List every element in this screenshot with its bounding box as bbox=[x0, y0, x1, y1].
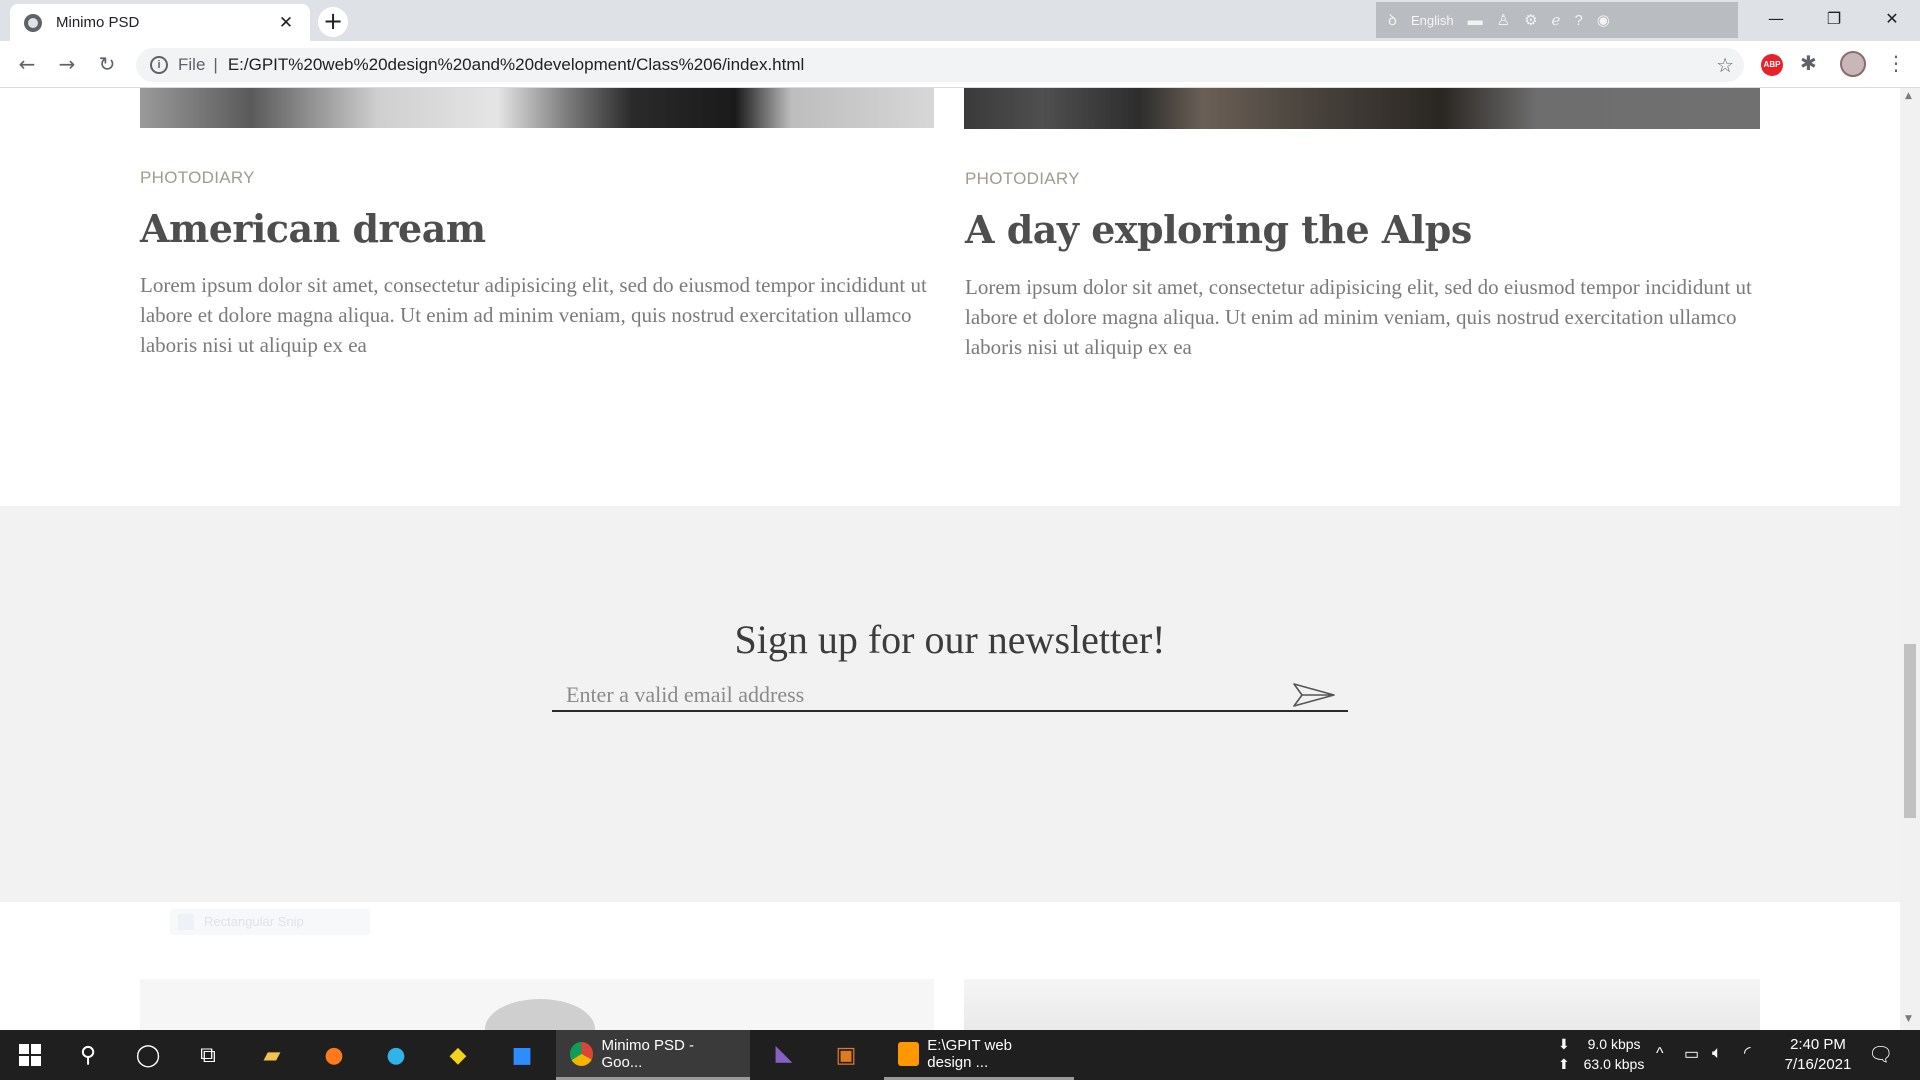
scroll-down-icon[interactable]: ▼ bbox=[1905, 1014, 1912, 1024]
taskbar-app-sublime[interactable]: E:\GPIT web design ... bbox=[884, 1030, 1074, 1080]
post-excerpt: Lorem ipsum dolor sit amet, consectetur … bbox=[965, 275, 1752, 359]
sublime-icon bbox=[898, 1041, 920, 1066]
zoom-icon[interactable]: ■ bbox=[494, 1030, 550, 1080]
settings-icon[interactable]: ⚙ bbox=[1524, 11, 1537, 29]
start-button[interactable] bbox=[2, 1030, 58, 1080]
taskbar-app-label: E:\GPIT web design ... bbox=[927, 1036, 1013, 1071]
page-viewport: PHOTODIARY American dream Lorem ipsum do… bbox=[0, 88, 1900, 1030]
taskbar-app-label: Minimo PSD - Goo... bbox=[601, 1036, 694, 1071]
browser-tab-strip: Minimo PSD ✕ + ꝺ English ▬ ♙ ⚙ ℯ ? ◉ — ❐… bbox=[0, 0, 1920, 41]
visual-studio-icon[interactable]: ◣ bbox=[756, 1030, 812, 1080]
dropdown-icon[interactable]: ◉ bbox=[1597, 11, 1610, 29]
forward-arrow-icon[interactable]: → bbox=[52, 49, 82, 79]
chrome-icon bbox=[570, 1041, 594, 1066]
back-arrow-icon[interactable]: ← bbox=[12, 49, 42, 79]
post-category[interactable]: PHOTODIARY bbox=[965, 169, 1080, 189]
app-dark-icon[interactable]: ▣ bbox=[818, 1030, 874, 1080]
network-speed-meter: ⬇ 9.0 kbps ⬆ 63.0 kbps bbox=[1558, 1030, 1650, 1080]
post-image-bottom-left[interactable] bbox=[140, 979, 934, 1030]
globe-icon bbox=[24, 13, 42, 32]
reload-icon[interactable]: ↻ bbox=[92, 49, 122, 79]
email-input[interactable] bbox=[566, 680, 1286, 710]
bookmark-star-icon[interactable]: ☆ bbox=[1716, 53, 1734, 78]
brush-icon[interactable]: ♙ bbox=[1497, 11, 1510, 29]
clock[interactable]: 2:40 PM 7/16/2021 bbox=[1770, 1030, 1866, 1080]
post-title[interactable]: A day exploring the Alps bbox=[965, 207, 1472, 252]
url-separator: | bbox=[213, 55, 218, 74]
post-image-bottom-right[interactable] bbox=[964, 979, 1760, 1030]
close-window-button[interactable]: ✕ bbox=[1864, 0, 1920, 38]
windows-taskbar: ⚲ ◯ ⧉ ▰ ● ● ◆ ■ Minimo PSD - Goo... ◣ ▣ … bbox=[0, 1030, 1920, 1080]
notifications-icon[interactable]: 🗨︎ bbox=[1868, 1042, 1893, 1080]
post-image-american-dream[interactable] bbox=[140, 88, 934, 128]
info-icon[interactable]: i bbox=[150, 56, 168, 74]
send-arrow-icon[interactable] bbox=[1292, 682, 1336, 708]
menu-kebab-icon[interactable]: ⋮ bbox=[1886, 51, 1906, 75]
net-down-row: ⬇ 9.0 kbps bbox=[1558, 1036, 1641, 1052]
url-text[interactable]: E:/GPIT%20web%20design%20and%20developme… bbox=[228, 55, 804, 75]
net-up-value: 63.0 kbps bbox=[1583, 1056, 1645, 1072]
clock-time: 2:40 PM bbox=[1790, 1036, 1846, 1053]
url-scheme-label: File bbox=[178, 55, 206, 74]
language-toolbar: ꝺ English ▬ ♙ ⚙ ℯ ? ◉ bbox=[1376, 2, 1738, 38]
keyboard-icon[interactable]: ▬ bbox=[1468, 12, 1483, 29]
search-icon[interactable]: ⚲ bbox=[60, 1030, 116, 1080]
browser-tab[interactable]: Minimo PSD ✕ bbox=[10, 4, 310, 41]
address-bar[interactable]: i File | E:/GPIT%20web%20design%20and%20… bbox=[136, 48, 1744, 82]
task-view-icon[interactable]: ⧉ bbox=[180, 1030, 236, 1080]
new-tab-button[interactable]: + bbox=[318, 7, 348, 37]
windows-logo-icon bbox=[19, 1044, 41, 1066]
post-title[interactable]: American dream bbox=[140, 206, 486, 251]
taskbar-app-chrome[interactable]: Minimo PSD - Goo... bbox=[556, 1030, 750, 1080]
tab-title: Minimo PSD bbox=[56, 14, 140, 31]
newsletter-heading: Sign up for our newsletter! bbox=[734, 617, 1166, 662]
post-excerpt: Lorem ipsum dolor sit amet, consectetur … bbox=[140, 273, 927, 357]
newsletter-section: Sign up for our newsletter! bbox=[0, 506, 1900, 902]
restore-button[interactable]: ❐ bbox=[1806, 0, 1862, 38]
net-up-row: ⬆ 63.0 kbps bbox=[1558, 1056, 1645, 1072]
cortana-icon[interactable]: ◯ bbox=[120, 1030, 176, 1080]
post-image-alps[interactable] bbox=[964, 88, 1760, 129]
minimize-button[interactable]: — bbox=[1748, 0, 1804, 38]
language-label[interactable]: English bbox=[1411, 13, 1454, 28]
edge-icon[interactable]: ● bbox=[368, 1030, 424, 1080]
browser-e-icon[interactable]: ℯ bbox=[1552, 11, 1561, 29]
tab-close-icon[interactable]: ✕ bbox=[276, 13, 296, 33]
browser-toolbar: ← → ↻ i File | E:/GPIT%20web%20design%20… bbox=[0, 41, 1920, 88]
clock-date: 7/16/2021 bbox=[1784, 1056, 1852, 1073]
firefox-icon[interactable]: ● bbox=[306, 1030, 362, 1080]
volume-icon[interactable]: 🔈︎ bbox=[1712, 1043, 1722, 1080]
scroll-up-icon[interactable]: ▲ bbox=[1905, 91, 1912, 101]
post-category[interactable]: PHOTODIARY bbox=[140, 168, 255, 188]
newsletter-form bbox=[552, 666, 1348, 712]
app-icon[interactable]: ◆ bbox=[430, 1030, 486, 1080]
profile-avatar[interactable] bbox=[1840, 51, 1866, 77]
tray-chevron-icon[interactable]: ^ bbox=[1656, 1045, 1664, 1080]
ime-icon[interactable]: ꝺ bbox=[1388, 10, 1397, 30]
help-icon[interactable]: ? bbox=[1574, 12, 1582, 29]
scrollbar-thumb[interactable] bbox=[1904, 644, 1916, 818]
extensions-puzzle-icon[interactable]: ✱ bbox=[1800, 51, 1817, 75]
page-scrollbar[interactable]: ▲ ▼ bbox=[1900, 88, 1920, 1030]
file-explorer-icon[interactable]: ▰ bbox=[244, 1030, 300, 1080]
adblock-icon[interactable]: ABP bbox=[1761, 54, 1783, 76]
battery-icon[interactable]: ▭ bbox=[1684, 1044, 1699, 1080]
snip-tool-overlay: Rectangular Snip bbox=[170, 909, 370, 935]
net-down-value: 9.0 kbps bbox=[1587, 1036, 1641, 1052]
wifi-icon[interactable]: ◜ bbox=[1744, 1043, 1751, 1080]
